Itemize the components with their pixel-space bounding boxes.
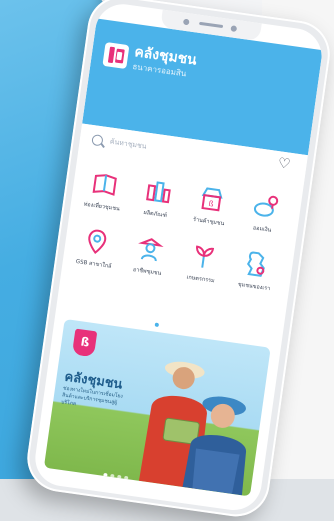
app-logo — [102, 41, 130, 70]
page-indicator — [154, 312, 161, 331]
menu-label: ออมเงิน — [252, 225, 272, 234]
heart-icon[interactable]: ♡ — [277, 155, 292, 173]
shop-icon: ß — [201, 187, 223, 212]
book-icon — [92, 174, 117, 196]
banner-pager — [103, 462, 133, 485]
banner-description: ช่องทางใหม่ในการเชื่อมโยงสินค้าและบริการ… — [60, 385, 124, 408]
menu-item-1[interactable]: ท่องเที่ยวชุมชน — [75, 166, 132, 224]
plant-icon — [196, 245, 215, 268]
menu-label: ผลิตภัณฑ์ — [143, 209, 168, 220]
page-dot — [154, 322, 160, 328]
menu-label: อาชีพชุมชน — [132, 266, 162, 277]
menu-item-6[interactable]: อาชีพชุมชน — [120, 231, 177, 289]
menu-item-5[interactable]: GSB สาขาใกล้ — [67, 223, 124, 281]
piggy-bank-icon — [253, 195, 279, 217]
menu-label: ร้านค้าชุมชน — [192, 216, 225, 228]
farmer-icon — [138, 238, 164, 262]
menu-label: GSB สาขาใกล้ — [75, 258, 112, 270]
search-icon — [91, 134, 104, 147]
menu-label: ชุมชนของเรา — [237, 281, 271, 293]
location-pin-icon — [88, 229, 107, 254]
menu-item-3[interactable]: ß ร้านค้าชุมชน — [182, 181, 239, 239]
menu-item-7[interactable]: เกษตรกรรม — [174, 238, 231, 296]
promo-banner[interactable]: ß คลังชุมชน ช่องทางใหม่ในการเชื่อมโยงสิน… — [43, 318, 271, 497]
menu-item-8[interactable]: ชุมชนของเรา — [227, 246, 284, 304]
map-icon — [246, 251, 265, 277]
banner-photo — [138, 361, 247, 496]
menu-label: เกษตรกรรม — [186, 274, 215, 285]
banner-logo: ß — [71, 328, 98, 358]
menu-item-4[interactable]: ออมเงิน — [235, 188, 292, 246]
menu-label: ท่องเที่ยวชุมชน — [83, 201, 121, 213]
svg-text:ß: ß — [208, 199, 214, 209]
products-icon — [146, 181, 171, 204]
menu-item-2[interactable]: ผลิตภัณฑ์ — [128, 173, 185, 231]
search-input[interactable]: ค้นหาชุมชน — [109, 137, 147, 153]
